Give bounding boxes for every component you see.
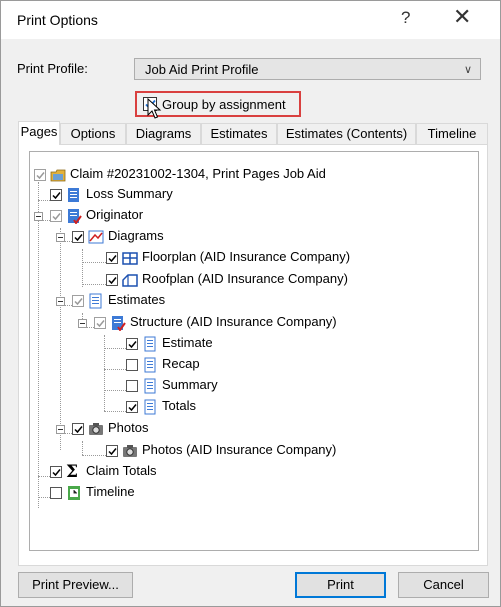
estimates-checkbox[interactable] bbox=[72, 295, 84, 307]
tree-label-photos-item: Photos (AID Insurance Company) bbox=[142, 442, 337, 457]
tree-label-photos: Photos bbox=[108, 420, 149, 435]
camera-icon bbox=[123, 445, 137, 457]
claim-checkbox[interactable] bbox=[34, 169, 46, 181]
claim-folder-icon bbox=[50, 169, 66, 182]
tree-label-timeline: Timeline bbox=[86, 484, 135, 499]
tree-label-roofplan: Roofplan (AID Insurance Company) bbox=[142, 271, 348, 286]
page-icon bbox=[144, 336, 156, 352]
print-preview-button[interactable]: Print Preview... bbox=[18, 572, 133, 598]
tree-label-claim: Claim #20231002-1304, Print Pages Job Ai… bbox=[70, 166, 326, 181]
tree-label-structure: Structure (AID Insurance Company) bbox=[130, 314, 337, 329]
page-icon bbox=[144, 399, 156, 415]
document-icon bbox=[68, 188, 79, 202]
group-by-assignment-label: Group by assignment bbox=[162, 97, 286, 112]
estimate-checkbox[interactable] bbox=[126, 338, 138, 350]
page-icon bbox=[144, 378, 156, 394]
collapse-originator-icon[interactable] bbox=[34, 212, 43, 221]
cancel-button[interactable]: Cancel bbox=[398, 572, 489, 598]
assignment-document-icon bbox=[68, 209, 82, 224]
tab-options[interactable]: Options bbox=[60, 123, 126, 145]
tree-label-diagrams: Diagrams bbox=[108, 228, 164, 243]
print-profile-label: Print Profile: bbox=[17, 61, 88, 76]
collapse-structure-icon[interactable] bbox=[78, 319, 87, 328]
print-profile-value: Job Aid Print Profile bbox=[145, 62, 259, 77]
roofplan-checkbox[interactable] bbox=[106, 274, 118, 286]
tree-label-estimates: Estimates bbox=[108, 292, 166, 307]
tree-label-recap: Recap bbox=[162, 356, 200, 371]
diagrams-checkbox[interactable] bbox=[72, 231, 84, 243]
tree-label-originator: Originator bbox=[86, 207, 144, 222]
floorplan-icon bbox=[122, 252, 138, 265]
summary-checkbox[interactable] bbox=[126, 380, 138, 392]
pages-tree[interactable]: Claim #20231002-1304, Print Pages Job Ai… bbox=[29, 151, 479, 551]
print-profile-select[interactable]: Job Aid Print Profile ∨ bbox=[134, 58, 481, 80]
page-icon bbox=[144, 357, 156, 373]
tree-label-loss-summary: Loss Summary bbox=[86, 186, 173, 201]
photos-checkbox[interactable] bbox=[72, 423, 84, 435]
sigma-icon: Σ bbox=[66, 462, 79, 482]
tree-label-estimate: Estimate bbox=[162, 335, 213, 350]
estimates-document-icon bbox=[89, 293, 102, 309]
roofplan-icon bbox=[122, 274, 138, 287]
photos-item-checkbox[interactable] bbox=[106, 445, 118, 457]
tab-estimates-contents[interactable]: Estimates (Contents) bbox=[277, 123, 416, 145]
collapse-photos-icon[interactable] bbox=[56, 425, 65, 434]
tab-diagrams[interactable]: Diagrams bbox=[126, 123, 201, 145]
chevron-down-icon: ∨ bbox=[463, 64, 472, 76]
recap-checkbox[interactable] bbox=[126, 359, 138, 371]
camera-icon bbox=[89, 423, 103, 435]
tree-label-summary: Summary bbox=[162, 377, 218, 392]
tab-pages[interactable]: Pages bbox=[18, 121, 60, 145]
claim-totals-checkbox[interactable] bbox=[50, 466, 62, 478]
dialog-title: Print Options bbox=[17, 12, 98, 28]
print-button[interactable]: Print bbox=[295, 572, 386, 598]
tab-estimates[interactable]: Estimates bbox=[201, 123, 277, 145]
mouse-cursor-icon bbox=[147, 98, 162, 119]
originator-checkbox[interactable] bbox=[50, 210, 62, 222]
help-button[interactable]: ? bbox=[401, 8, 410, 28]
title-bar: Print Options ? ✕ bbox=[1, 1, 500, 39]
print-options-dialog: Print Options ? ✕ Print Profile: Job Aid… bbox=[0, 0, 501, 607]
tab-strip: Pages Options Diagrams Estimates Estimat… bbox=[18, 121, 488, 145]
tree-label-totals: Totals bbox=[162, 398, 196, 413]
tab-timeline[interactable]: Timeline bbox=[416, 123, 488, 145]
structure-checkbox[interactable] bbox=[94, 317, 106, 329]
collapse-diagrams-icon[interactable] bbox=[56, 233, 65, 242]
floorplan-checkbox[interactable] bbox=[106, 252, 118, 264]
structure-estimate-icon bbox=[112, 316, 126, 331]
tree-label-floorplan: Floorplan (AID Insurance Company) bbox=[142, 249, 351, 264]
collapse-estimates-icon[interactable] bbox=[56, 297, 65, 306]
totals-checkbox[interactable] bbox=[126, 401, 138, 413]
timeline-icon bbox=[68, 486, 80, 500]
tree-label-claim-totals: Claim Totals bbox=[86, 463, 157, 478]
loss-summary-checkbox[interactable] bbox=[50, 189, 62, 201]
close-button[interactable]: ✕ bbox=[453, 6, 471, 28]
diagram-icon bbox=[88, 230, 104, 244]
timeline-checkbox[interactable] bbox=[50, 487, 62, 499]
